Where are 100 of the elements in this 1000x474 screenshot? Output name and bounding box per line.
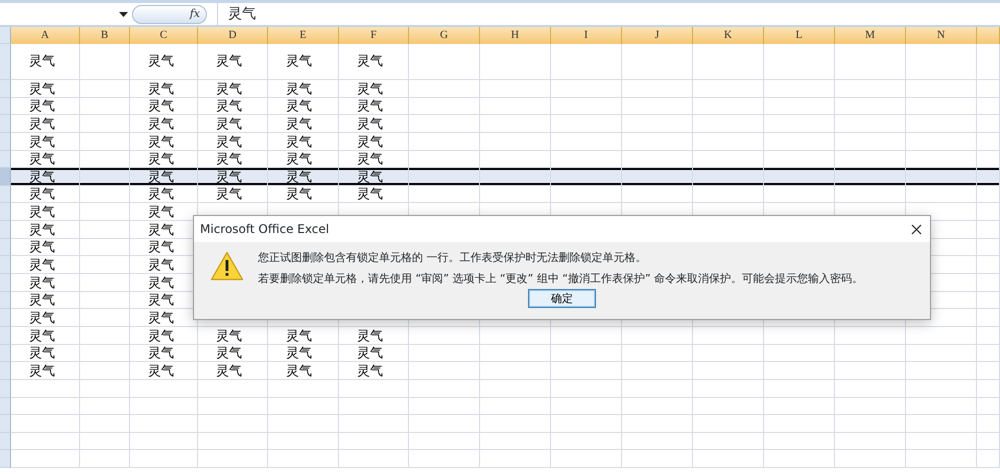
column-header[interactable]: K: [693, 27, 764, 44]
table-cell: [409, 80, 480, 98]
table-cell: [339, 398, 409, 416]
table-cell: [693, 98, 764, 116]
warning-icon: [210, 251, 244, 281]
table-cell: [906, 44, 977, 80]
table-cell: 灵气: [11, 80, 80, 98]
table-cell: [198, 398, 268, 416]
table-cell: [80, 450, 130, 468]
row-header[interactable]: [0, 150, 11, 168]
table-cell: [80, 309, 130, 327]
table-cell: [622, 168, 693, 186]
row-header[interactable]: [0, 309, 11, 327]
row-header[interactable]: [0, 203, 11, 222]
column-header[interactable]: A: [11, 27, 80, 44]
insert-function-button[interactable]: fx: [132, 4, 207, 24]
table-cell: [835, 326, 906, 345]
table-cell: [409, 415, 480, 433]
row-header[interactable]: [0, 98, 11, 116]
row-header[interactable]: [0, 80, 11, 98]
table-cell: [480, 450, 551, 468]
row-header[interactable]: [0, 186, 11, 204]
table-cell: [977, 398, 1000, 416]
table-cell: [622, 115, 693, 133]
column-header[interactable]: C: [130, 27, 198, 44]
table-cell: [409, 168, 480, 186]
table-cell: [80, 132, 130, 151]
table-cell: [764, 326, 835, 345]
table-cell: 灵气: [11, 256, 80, 274]
row-header[interactable]: [0, 292, 11, 310]
table-cell: 灵气: [130, 344, 198, 362]
row-header[interactable]: [0, 344, 11, 362]
ok-button[interactable]: 确定: [528, 289, 596, 308]
table-cell: [764, 415, 835, 433]
close-icon[interactable]: [911, 224, 922, 234]
table-cell: [409, 132, 480, 151]
table-cell: [80, 98, 130, 116]
table-cell: [480, 44, 551, 80]
table-cell: [80, 168, 130, 186]
table-cell: [339, 380, 409, 398]
row-header[interactable]: [0, 115, 11, 133]
table-cell: [480, 98, 551, 116]
table-cell: 灵气: [339, 98, 409, 116]
column-header[interactable]: J: [622, 27, 693, 44]
table-cell: [130, 450, 198, 468]
table-cell: [693, 80, 764, 98]
table-cell: [551, 432, 622, 450]
table-cell: [693, 450, 764, 468]
row-header[interactable]: [0, 168, 11, 186]
table-cell: [906, 380, 977, 398]
table-cell: 灵气: [339, 326, 409, 345]
row-header[interactable]: [0, 432, 11, 450]
table-cell: 灵气: [339, 44, 409, 80]
column-header[interactable]: N: [906, 27, 977, 44]
row-header[interactable]: [0, 132, 11, 151]
row-header[interactable]: [0, 221, 11, 239]
table-cell: [409, 432, 480, 450]
table-cell: [409, 98, 480, 116]
table-cell: [80, 398, 130, 416]
row-header[interactable]: [0, 326, 11, 345]
select-all-corner[interactable]: [0, 27, 11, 44]
row-header[interactable]: [0, 238, 11, 256]
table-cell: [622, 432, 693, 450]
formula-input[interactable]: 灵气: [217, 3, 256, 25]
row-header[interactable]: [0, 450, 11, 468]
table-cell: [693, 344, 764, 362]
column-header[interactable]: G: [409, 27, 480, 44]
row-header[interactable]: [0, 274, 11, 292]
column-header[interactable]: I: [551, 27, 622, 44]
column-header[interactable]: L: [764, 27, 835, 44]
table-cell: [409, 398, 480, 416]
table-cell: 灵气: [11, 238, 80, 256]
column-header[interactable]: M: [835, 27, 906, 44]
row-header[interactable]: [0, 380, 11, 398]
row-header[interactable]: [0, 415, 11, 433]
row-header[interactable]: [0, 256, 11, 274]
table-cell: 灵气: [339, 168, 409, 186]
row-header[interactable]: [0, 44, 11, 80]
table-cell: [906, 98, 977, 116]
table-cell: 灵气: [198, 362, 268, 380]
table-cell: [80, 80, 130, 98]
table-cell: [480, 432, 551, 450]
row-header[interactable]: [0, 398, 11, 416]
column-header[interactable]: B: [80, 27, 130, 44]
table-cell: [693, 44, 764, 80]
column-header[interactable]: H: [480, 27, 551, 44]
column-header[interactable]: D: [198, 27, 268, 44]
dropdown-icon[interactable]: [119, 12, 128, 16]
table-cell: [977, 274, 1000, 292]
table-cell: [764, 380, 835, 398]
table-cell: [906, 450, 977, 468]
column-header[interactable]: E: [268, 27, 339, 44]
table-cell: [268, 380, 339, 398]
table-cell: [268, 415, 339, 433]
column-header[interactable]: F: [339, 27, 409, 44]
table-cell: [693, 380, 764, 398]
column-header[interactable]: [977, 27, 1000, 44]
table-cell: 灵气: [198, 115, 268, 133]
table-cell: [11, 380, 80, 398]
row-header[interactable]: [0, 362, 11, 380]
